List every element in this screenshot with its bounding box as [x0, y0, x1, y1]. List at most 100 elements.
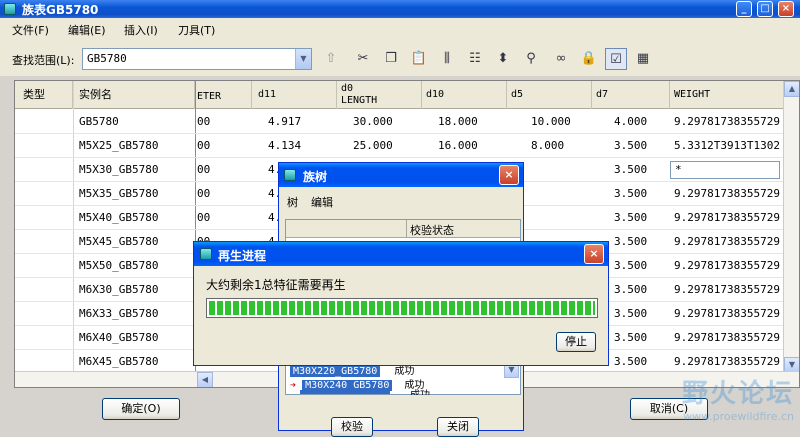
glasses-icon[interactable]: ∞: [550, 48, 572, 70]
cell-weight[interactable]: *: [670, 161, 780, 179]
menu-tools[interactable]: 刀具(T): [178, 22, 215, 38]
cell-instance[interactable]: M5X35_GB5780: [73, 182, 195, 206]
cell-diameter[interactable]: 00: [195, 110, 252, 134]
cell-d7[interactable]: 3.500: [592, 134, 670, 158]
header-instance[interactable]: 实例名: [73, 81, 195, 109]
cell-d7[interactable]: 3.500: [592, 206, 670, 230]
cell-d11[interactable]: 4.134: [252, 134, 337, 158]
cell-d10[interactable]: 18.000: [422, 110, 507, 134]
family-tree-close-button[interactable]: ×: [499, 165, 519, 185]
insert-row-icon[interactable]: ☷: [464, 48, 486, 70]
cell-instance[interactable]: M6X30_GB5780: [73, 278, 195, 302]
cell-d5[interactable]: 8.000: [507, 134, 592, 158]
cell-diameter[interactable]: 00: [195, 158, 252, 182]
scroll-up-icon[interactable]: ▲: [784, 81, 799, 97]
copy-icon[interactable]: ❐: [380, 48, 402, 70]
tree-menu-tree[interactable]: 树: [287, 194, 298, 210]
cell-weight[interactable]: 9.29781738355729: [670, 326, 785, 350]
regen-progress-dialog: 再生进程 × 大约剩余1总特征需要再生 停止: [193, 241, 609, 366]
cell-d0[interactable]: 25.000: [337, 134, 422, 158]
regen-close-button[interactable]: ×: [584, 244, 604, 264]
cell-instance[interactable]: M5X45_GB5780: [73, 230, 195, 254]
cell-weight[interactable]: 9.29781738355729: [670, 206, 785, 230]
cell-d0[interactable]: 30.000: [337, 110, 422, 134]
binoculars-icon[interactable]: ⚲: [520, 48, 542, 70]
menu-edit[interactable]: 编辑(E): [68, 22, 106, 38]
arrow-right-icon: ➔: [290, 380, 297, 391]
cell-d7[interactable]: 4.000: [592, 110, 670, 134]
table-row[interactable]: M5X25_GB5780 00 4.134 25.000 16.000 8.000 3.50…: [15, 134, 799, 158]
scroll-left-icon[interactable]: ◀: [197, 372, 213, 387]
cell-weight[interactable]: 5.3312T3913T1302: [670, 134, 785, 158]
chevron-down-icon[interactable]: ▼: [295, 49, 311, 69]
verify-button[interactable]: 校验: [331, 417, 373, 437]
table-icon[interactable]: ▦: [632, 48, 654, 70]
up-folder-icon[interactable]: ⇧: [320, 48, 342, 70]
table-row[interactable]: GB5780 00 4.917 30.000 18.000 10.000 4.000 9.29…: [15, 110, 799, 134]
header-weight[interactable]: WEIGHT: [670, 81, 785, 109]
cell-instance[interactable]: M6X33_GB5780: [73, 302, 195, 326]
tree-status: 成功: [410, 386, 430, 395]
vertical-scrollbar[interactable]: ▲ ▼: [783, 81, 799, 373]
table-header-row: 类型 实例名 ETER d11 d0 LENGTH d10 d5 d7 WEIG…: [15, 81, 799, 109]
cell-instance[interactable]: GB5780: [73, 110, 195, 134]
header-d11[interactable]: d11: [252, 81, 337, 109]
cell-weight[interactable]: 9.29781738355729: [670, 182, 785, 206]
cell-instance[interactable]: M6X40_GB5780: [73, 326, 195, 350]
header-d0[interactable]: d0 LENGTH: [337, 81, 422, 109]
header-diameter[interactable]: ETER: [195, 81, 252, 109]
cell-weight[interactable]: 9.29781738355729: [670, 230, 785, 254]
cell-weight[interactable]: 9.29781738355729: [670, 110, 785, 134]
stop-button[interactable]: 停止: [556, 332, 596, 352]
cell-instance[interactable]: M5X30_GB5780: [73, 158, 195, 182]
minimize-button[interactable]: _: [736, 1, 752, 17]
tree-row[interactable]: ➔ M30X240_GB5780 成功: [290, 376, 424, 391]
ok-button[interactable]: 确定(O): [102, 398, 180, 420]
cell-instance[interactable]: M5X25_GB5780: [73, 134, 195, 158]
tree-menu-edit[interactable]: 编辑: [311, 194, 333, 210]
forum-watermark: 野火论坛 www.proewildfire.cn: [682, 373, 794, 423]
cell-weight[interactable]: 9.29781738355729: [670, 278, 785, 302]
watermark-url: www.proewildfire.cn: [683, 410, 794, 423]
header-d7[interactable]: d7: [592, 81, 670, 109]
cut-icon[interactable]: ✂: [352, 48, 374, 70]
cell-instance[interactable]: M5X50_GB5780: [73, 254, 195, 278]
verify-icon[interactable]: ☑: [605, 48, 627, 70]
menu-file[interactable]: 文件(F): [12, 22, 49, 38]
cell-d11[interactable]: 4.917: [252, 110, 337, 134]
cell-weight[interactable]: 9.29781738355729: [670, 302, 785, 326]
header-d5[interactable]: d5: [507, 81, 592, 109]
cell-instance[interactable]: M5X40_GB5780: [73, 206, 195, 230]
main-title-bar[interactable]: 族表GB5780 _ □ ×: [0, 0, 800, 18]
cell-diameter[interactable]: 00: [195, 134, 252, 158]
column-width-icon[interactable]: ⬍: [492, 48, 514, 70]
family-table-icon: [4, 3, 16, 15]
family-tree-icon: [284, 169, 296, 181]
cell-diameter[interactable]: 00: [195, 182, 252, 206]
tree-header: 校验状态: [286, 220, 520, 238]
maximize-button[interactable]: □: [757, 1, 773, 17]
menu-bar: 文件(F) 编辑(E) 插入(I) 刀具(T): [0, 18, 800, 40]
menu-insert[interactable]: 插入(I): [124, 22, 158, 38]
regen-title-bar[interactable]: 再生进程 ×: [194, 242, 608, 266]
close-button[interactable]: ×: [778, 1, 794, 17]
lock-icon[interactable]: 🔒: [578, 48, 600, 70]
header-divider: [406, 220, 407, 238]
cell-d7[interactable]: 3.500: [592, 158, 670, 182]
header-d0-param: LENGTH: [341, 95, 378, 106]
header-d10[interactable]: d10: [422, 81, 507, 109]
paste-icon[interactable]: 📋: [408, 48, 430, 70]
cell-d7[interactable]: 3.500: [592, 182, 670, 206]
tree-selection-bar: [300, 390, 390, 394]
tree-close-button[interactable]: 关闭: [437, 417, 479, 437]
search-scope-select[interactable]: GB5780 ▼: [82, 48, 312, 70]
family-tree-title-bar[interactable]: 族树 ×: [279, 163, 523, 187]
cell-d10[interactable]: 16.000: [422, 134, 507, 158]
cell-weight[interactable]: 9.29781738355729: [670, 254, 785, 278]
search-toolbar: 查找范围(L): GB5780 ▼ ⇧ ✂ ❐ 📋 ⫼ ☷ ⬍ ⚲ ∞ 🔒 ☑ …: [0, 40, 800, 76]
header-type[interactable]: 类型: [15, 81, 73, 109]
regen-icon: [200, 248, 212, 260]
cell-d5[interactable]: 10.000: [507, 110, 592, 134]
cell-diameter[interactable]: 00: [195, 206, 252, 230]
insert-column-icon[interactable]: ⫼: [436, 48, 458, 70]
